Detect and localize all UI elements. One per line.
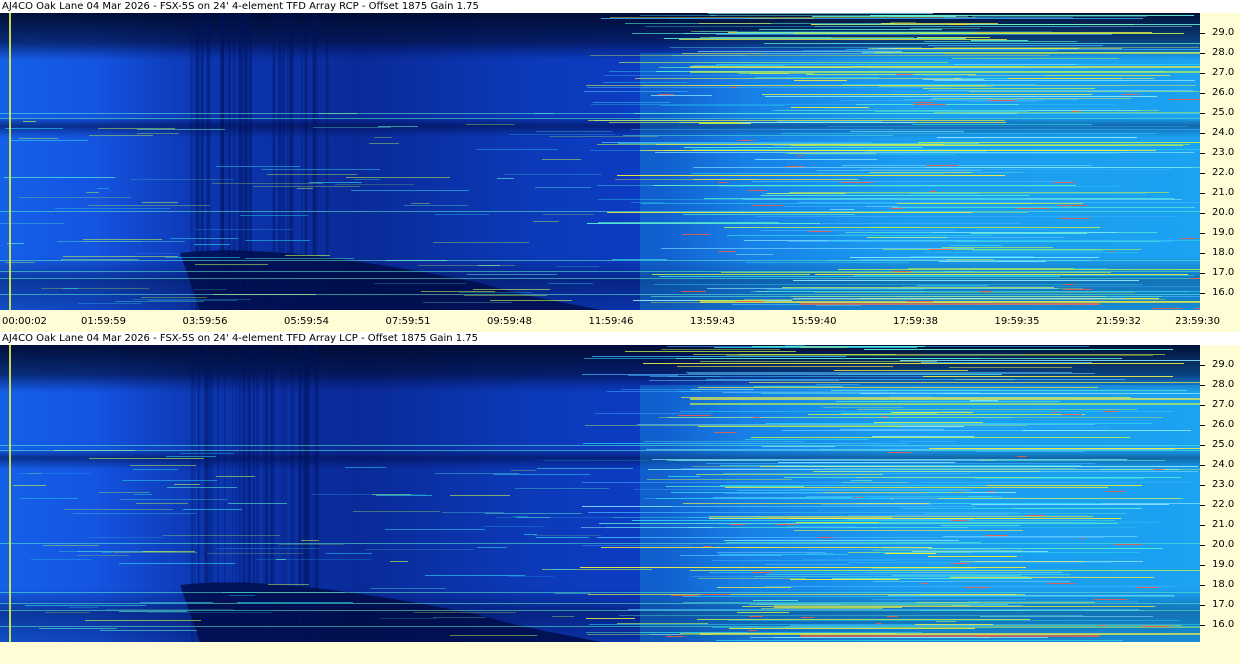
rcp-freq-tick (1200, 93, 1205, 94)
rcp-freq-label: 20.0 (1212, 207, 1235, 218)
time-label: 19:59:35 (994, 316, 1040, 327)
rcp-freq-label: 21.0 (1212, 187, 1235, 198)
time-label: 17:59:38 (893, 316, 938, 327)
lcp-freq-label: 16.0 (1212, 619, 1235, 630)
rcp-freq-tick (1200, 133, 1205, 134)
lcp-freq-tick (1200, 485, 1205, 486)
lcp-freq-label: 17.0 (1212, 599, 1235, 610)
lcp-freq-label: 23.0 (1212, 479, 1235, 490)
rcp-freq-tick (1200, 53, 1205, 54)
lcp-panel-title: AJ4CO Oak Lane 04 Mar 2026 - FSX-5S on 2… (0, 332, 1240, 345)
lcp-freq-tick (1200, 405, 1205, 406)
rcp-freq-tick (1200, 273, 1205, 274)
time-label: 15:59:40 (791, 316, 837, 327)
rcp-freq-label: 19.0 (1212, 227, 1235, 238)
lcp-freq-tick (1200, 425, 1205, 426)
rcp-spectrogram[interactable] (0, 13, 1200, 310)
lcp-freq-tick (1200, 445, 1205, 446)
lcp-freq-label: 18.0 (1212, 579, 1235, 590)
lcp-freq-tick (1200, 525, 1205, 526)
rcp-freq-tick (1200, 213, 1205, 214)
rcp-freq-tick (1200, 73, 1205, 74)
time-label: 03:59:56 (182, 316, 228, 327)
lcp-freq-tick (1200, 625, 1205, 626)
rcp-freq-label: 25.0 (1212, 107, 1235, 118)
lcp-freq-label: 20.0 (1212, 539, 1235, 550)
lcp-freq-tick (1200, 565, 1205, 566)
lcp-freq-label: 29.0 (1212, 359, 1235, 370)
lcp-freq-label: 25.0 (1212, 439, 1235, 450)
lcp-freq-label: 26.0 (1212, 419, 1235, 430)
rcp-freq-label: 16.0 (1212, 287, 1235, 298)
rcp-freq-label: 27.0 (1212, 67, 1235, 78)
rcp-freq-tick (1200, 253, 1205, 254)
time-label: 11:59:46 (588, 316, 634, 327)
lcp-freq-tick (1200, 365, 1205, 366)
lcp-freq-tick (1200, 505, 1205, 506)
lcp-freq-tick (1200, 465, 1205, 466)
lcp-frequency-axis: 29.0 28.0 27.0 26.0 25.0 24.0 23.0 22.0 21.0 20.0… (1200, 345, 1240, 642)
rcp-freq-label: 22.0 (1212, 167, 1235, 178)
rcp-frequency-axis: 29.0 28.0 27.0 26.0 25.0 24.0 23.0 22.0 21.0 20.0… (1200, 13, 1240, 310)
rcp-freq-label: 18.0 (1212, 247, 1235, 258)
rcp-freq-label: 23.0 (1212, 147, 1235, 158)
lcp-freq-label: 21.0 (1212, 519, 1235, 530)
rcp-freq-tick (1200, 153, 1205, 154)
rcp-freq-tick (1200, 33, 1205, 34)
lcp-freq-tick (1200, 585, 1205, 586)
rcp-freq-tick (1200, 233, 1205, 234)
time-label: 21:59:32 (1096, 316, 1141, 327)
rcp-time-axis: 00:00:02 01:59:59 03:59:56 05:59:54 07:59:51… (0, 310, 1240, 330)
rcp-panel-title: AJ4CO Oak Lane 04 Mar 2026 - FSX-5S on 2… (0, 0, 1240, 13)
rcp-freq-label: 29.0 (1212, 27, 1235, 38)
lcp-freq-tick (1200, 545, 1205, 546)
time-label: 05:59:54 (284, 316, 329, 327)
rcp-freq-label: 17.0 (1212, 267, 1235, 278)
lcp-freq-tick (1200, 605, 1205, 606)
lcp-freq-label: 27.0 (1212, 399, 1235, 410)
lcp-freq-label: 19.0 (1212, 559, 1235, 570)
time-label: 13:59:43 (690, 316, 735, 327)
rcp-freq-label: 24.0 (1212, 127, 1235, 138)
time-label: 09:59:48 (487, 316, 532, 327)
rcp-freq-tick (1200, 193, 1205, 194)
lcp-freq-label: 24.0 (1212, 459, 1235, 470)
time-label: 00:00:02 (2, 316, 47, 327)
lcp-freq-tick (1200, 385, 1205, 386)
lcp-spectrogram[interactable] (0, 345, 1200, 642)
rcp-freq-label: 26.0 (1212, 87, 1235, 98)
time-label: 01:59:59 (81, 316, 126, 327)
bottom-strip (0, 642, 1240, 664)
rcp-freq-label: 28.0 (1212, 47, 1235, 58)
rcp-freq-tick (1200, 173, 1205, 174)
time-label: 23:59:30 (1175, 316, 1220, 327)
lcp-freq-label: 28.0 (1212, 379, 1235, 390)
spectrogram-image (0, 345, 1200, 642)
rcp-freq-tick (1200, 293, 1205, 294)
lcp-freq-label: 22.0 (1212, 499, 1235, 510)
time-label: 07:59:51 (385, 316, 431, 327)
rcp-freq-tick (1200, 113, 1205, 114)
spectrogram-image (0, 13, 1200, 310)
